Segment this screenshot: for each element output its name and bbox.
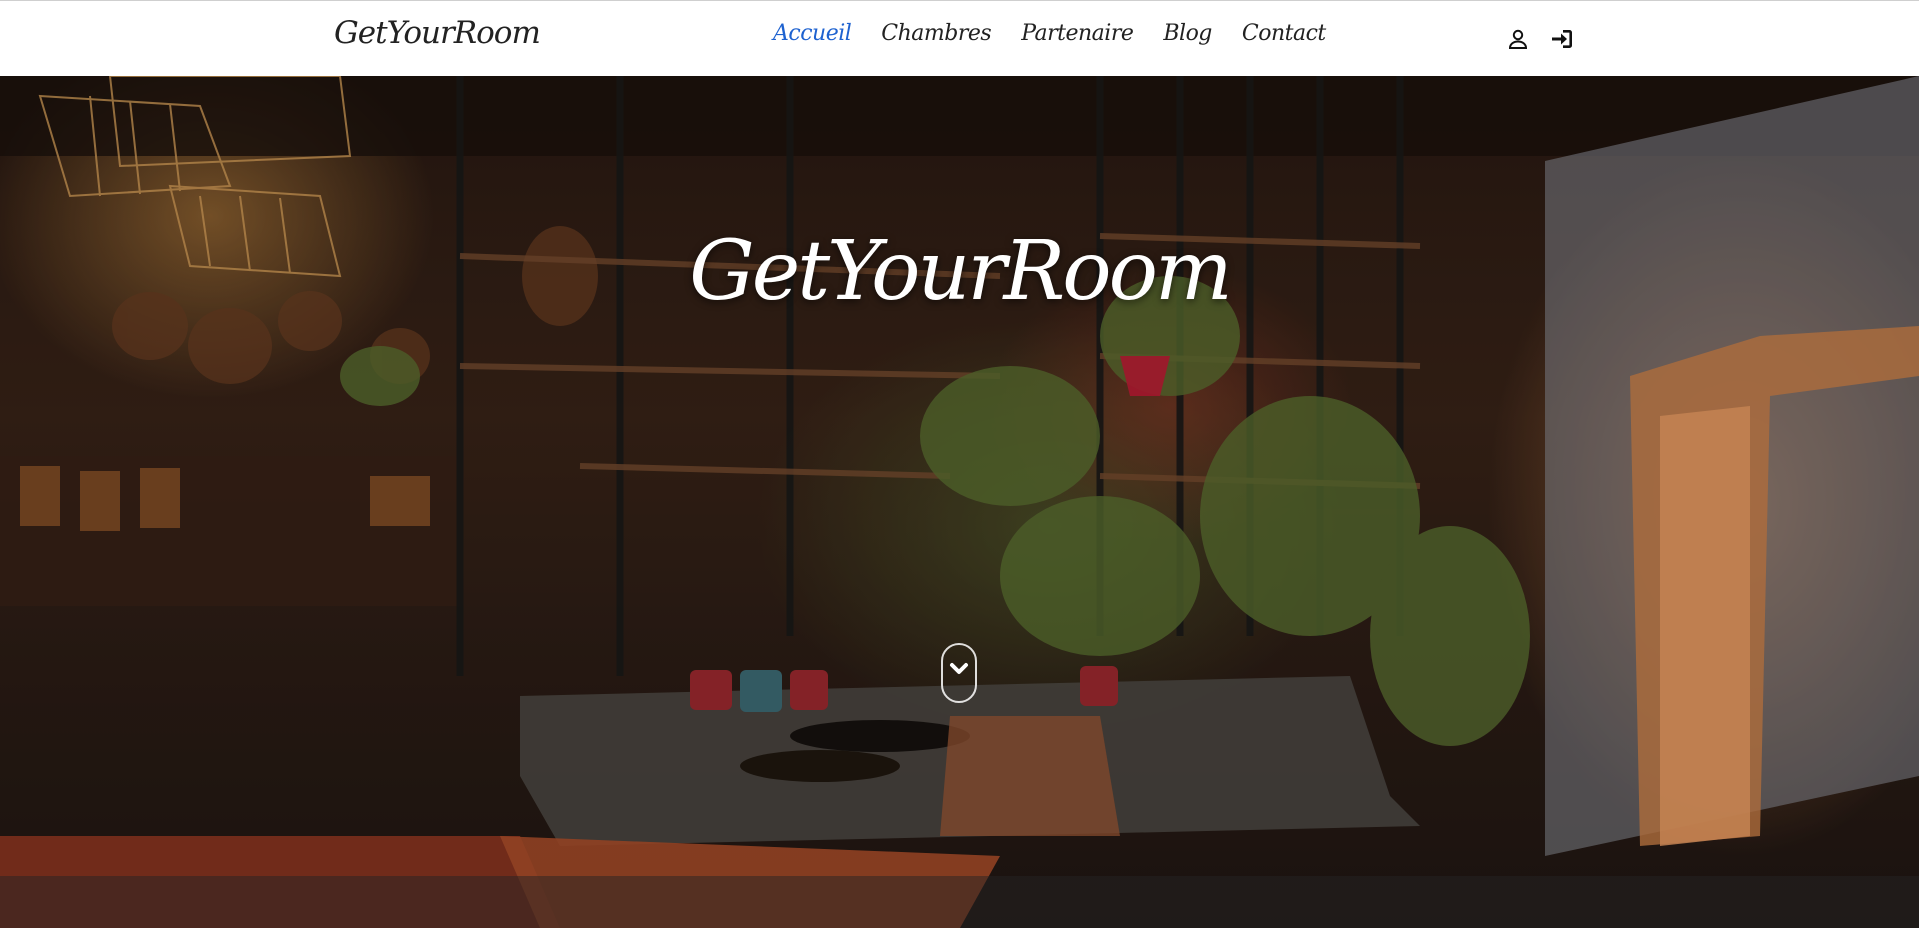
navbar: GetYourRoom Accueil Chambres Partenaire … <box>0 0 1919 76</box>
nav-links: Accueil Chambres Partenaire Blog Contact <box>773 21 1326 46</box>
nav-link-accueil[interactable]: Accueil <box>773 21 852 46</box>
scroll-down-button[interactable] <box>941 643 977 703</box>
brand-logo[interactable]: GetYourRoom <box>334 15 541 51</box>
hero-background-image <box>0 76 1919 928</box>
sign-in-icon[interactable] <box>1550 27 1574 51</box>
nav-link-partenaire[interactable]: Partenaire <box>1021 21 1134 46</box>
nav-link-blog[interactable]: Blog <box>1163 21 1212 46</box>
chevron-down-icon <box>949 659 969 683</box>
nav-link-contact[interactable]: Contact <box>1242 21 1326 46</box>
user-icon[interactable] <box>1506 27 1530 51</box>
nav-link-chambres[interactable]: Chambres <box>881 21 991 46</box>
hero-title: GetYourRoom <box>689 224 1233 319</box>
nav-icons <box>1506 27 1574 51</box>
hero-section: GetYourRoom <box>0 76 1919 928</box>
